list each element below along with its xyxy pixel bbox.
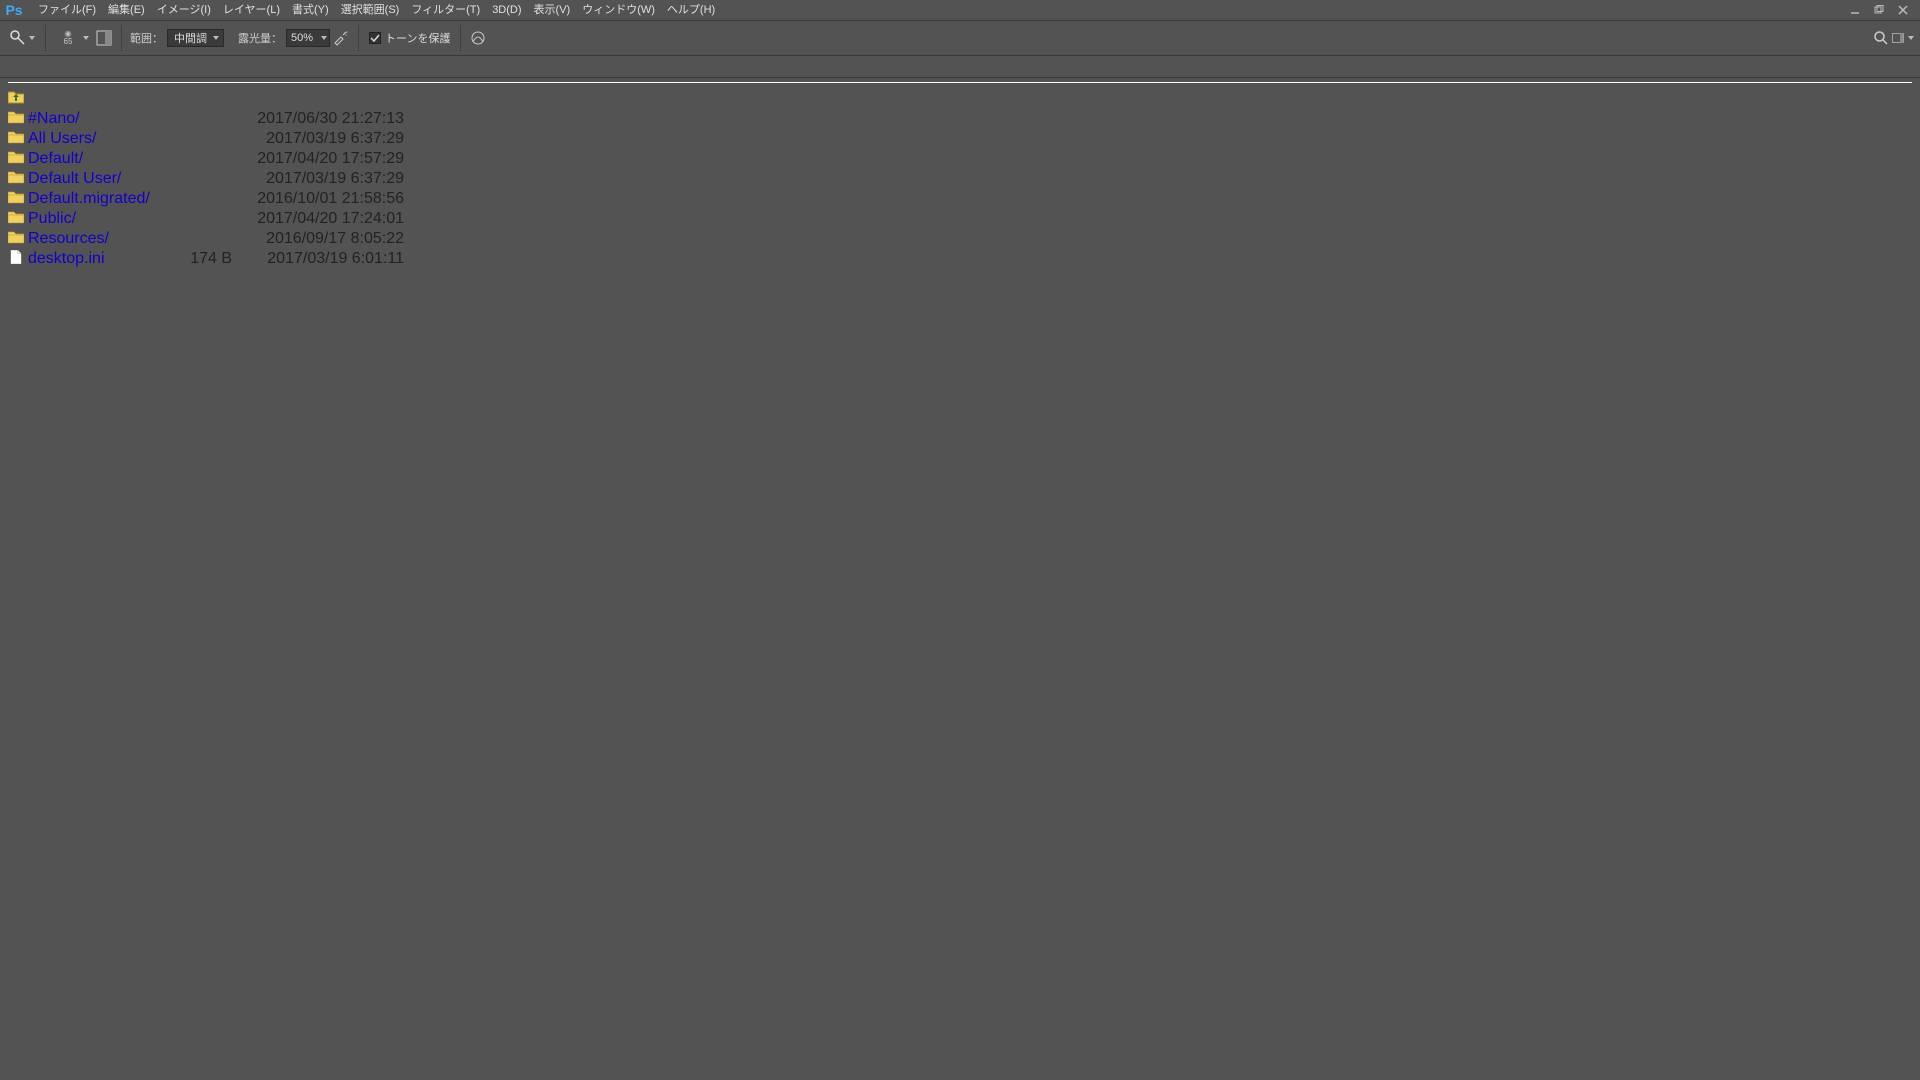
workspace-switcher[interactable]: [1892, 27, 1914, 49]
exposure-label: 露光量：: [238, 30, 282, 46]
item-date: 2017/03/19 6:01:11: [238, 250, 408, 268]
folder-icon: [8, 230, 28, 249]
menu-window[interactable]: ウィンドウ(W): [576, 1, 661, 19]
item-name: Default.migrated/: [28, 190, 168, 208]
separator: [45, 25, 46, 51]
exposure-value: 50%: [291, 32, 313, 44]
range-select[interactable]: 中間調: [167, 29, 224, 47]
item-date: 2016/09/17 8:05:22: [238, 230, 408, 248]
list-item[interactable]: Default User/2017/03/19 6:37:29: [8, 169, 1912, 189]
caret-icon: [29, 36, 35, 40]
list-item[interactable]: desktop.ini174 B2017/03/19 6:01:11: [8, 249, 1912, 269]
folder-icon: [8, 190, 28, 209]
window-maximize-button[interactable]: [1870, 3, 1888, 17]
separator: [358, 25, 359, 51]
menu-bar: Ps ファイル(F) 編集(E) イメージ(I) レイヤー(L) 書式(Y) 選…: [0, 0, 1920, 20]
folder-icon: [8, 170, 28, 189]
separator: [121, 25, 122, 51]
caret-icon: [213, 36, 219, 40]
menu-filter[interactable]: フィルター(T): [405, 1, 486, 19]
menu-type[interactable]: 書式(Y): [286, 1, 335, 19]
file-icon: [8, 250, 28, 269]
item-name: desktop.ini: [28, 250, 168, 268]
range-value: 中間調: [174, 30, 207, 46]
caret-icon: [321, 36, 327, 40]
options-bar: 65 範囲： 中間調 露光量： 50% トーンを保護: [0, 20, 1920, 56]
brush-preset-picker[interactable]: 65: [52, 24, 93, 52]
parent-directory-row[interactable]: [8, 89, 1912, 109]
item-date: 2017/04/20 17:24:01: [238, 210, 408, 228]
folder-icon: [8, 130, 28, 149]
menu-edit[interactable]: 編集(E): [102, 1, 151, 19]
item-date: 2017/04/20 17:57:29: [238, 150, 408, 168]
folder-icon: [8, 210, 28, 229]
folder-icon: [8, 150, 28, 169]
item-date: 2016/10/01 21:58:56: [238, 190, 408, 208]
menu-3d[interactable]: 3D(D): [486, 1, 527, 19]
item-name: Default/: [28, 150, 168, 168]
item-name: Default User/: [28, 170, 168, 188]
item-date: 2017/06/30 21:27:13: [238, 110, 408, 128]
window-minimize-button[interactable]: [1846, 3, 1864, 17]
item-date: 2017/03/19 6:37:29: [238, 130, 408, 148]
document-tabstrip: [0, 56, 1920, 78]
list-item[interactable]: Resources/2016/09/17 8:05:22: [8, 229, 1912, 249]
menu-help[interactable]: ヘルプ(H): [661, 1, 721, 19]
canvas-area: #Nano/2017/06/30 21:27:13All Users/2017/…: [0, 78, 1920, 1076]
menu-layer[interactable]: レイヤー(L): [217, 1, 286, 19]
caret-icon: [83, 36, 89, 40]
exposure-input[interactable]: 50%: [286, 29, 330, 47]
menu-select[interactable]: 選択範囲(S): [335, 1, 406, 19]
protect-tones-checkbox[interactable]: トーンを保護: [365, 24, 454, 52]
up-folder-icon: [8, 90, 28, 109]
folder-icon: [8, 110, 28, 129]
item-name: Public/: [28, 210, 168, 228]
menu-view[interactable]: 表示(V): [528, 1, 577, 19]
item-name: Resources/: [28, 230, 168, 248]
brush-panel-toggle[interactable]: [93, 27, 115, 49]
caret-icon: [1908, 36, 1914, 40]
list-item[interactable]: #Nano/2017/06/30 21:27:13: [8, 109, 1912, 129]
menu-image[interactable]: イメージ(I): [151, 1, 217, 19]
window-controls: [1846, 3, 1920, 17]
list-item[interactable]: Default.migrated/2016/10/01 21:58:56: [8, 189, 1912, 209]
app-logo: Ps: [2, 1, 26, 19]
item-date: 2017/03/19 6:37:29: [238, 170, 408, 188]
item-name: #Nano/: [28, 110, 168, 128]
list-item[interactable]: Public/2017/04/20 17:24:01: [8, 209, 1912, 229]
item-name: All Users/: [28, 130, 168, 148]
airbrush-toggle[interactable]: [330, 27, 352, 49]
brush-size-value: 65: [64, 38, 73, 46]
protect-tones-label: トーンを保護: [385, 30, 450, 46]
window-close-button[interactable]: [1894, 3, 1912, 17]
file-listing: #Nano/2017/06/30 21:27:13All Users/2017/…: [0, 83, 1920, 269]
search-icon[interactable]: [1870, 27, 1892, 49]
list-item[interactable]: Default/2017/04/20 17:57:29: [8, 149, 1912, 169]
item-size: 174 B: [168, 250, 238, 268]
separator: [460, 25, 461, 51]
list-item[interactable]: All Users/2017/03/19 6:37:29: [8, 129, 1912, 149]
pressure-size-toggle[interactable]: [467, 27, 489, 49]
menu-file[interactable]: ファイル(F): [32, 1, 102, 19]
current-tool-dodge[interactable]: [6, 24, 39, 52]
range-label: 範囲：: [130, 30, 163, 46]
